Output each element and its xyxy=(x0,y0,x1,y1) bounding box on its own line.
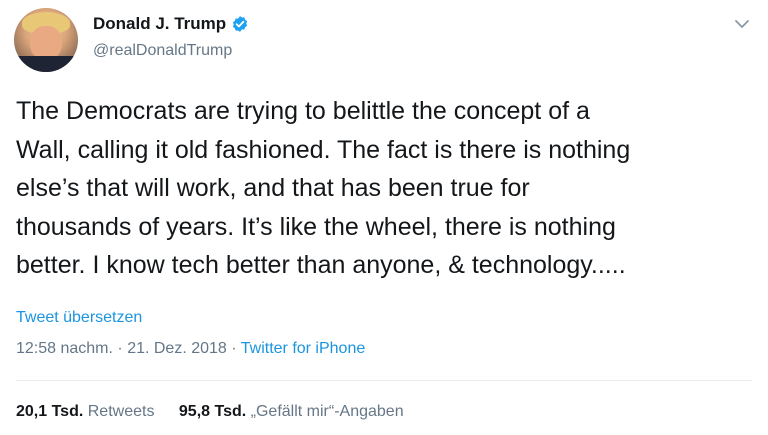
tweet-text: The Democrats are trying to belittle the… xyxy=(16,92,756,285)
user-handle[interactable]: @realDonaldTrump xyxy=(93,42,232,60)
tweet-date[interactable]: 21. Dez. 2018 xyxy=(127,340,227,357)
avatar[interactable] xyxy=(14,8,78,72)
display-name[interactable]: Donald J. Trump xyxy=(93,14,226,34)
chevron-down-icon[interactable] xyxy=(732,16,752,32)
retweets-stat[interactable]: 20,1 Tsd. Retweets xyxy=(16,403,154,421)
meta-separator: · xyxy=(117,340,123,357)
tweet-text-line: else’s that will work, and that has been… xyxy=(16,174,530,202)
translate-tweet-link[interactable]: Tweet übersetzen xyxy=(16,309,142,327)
tweet-time[interactable]: 12:58 nachm. xyxy=(16,340,113,357)
likes-label: „Gefällt mir“-Angaben xyxy=(250,403,404,420)
tweet-metadata: 12:58 nachm. · 21. Dez. 2018 · Twitter f… xyxy=(16,340,365,358)
tweet-text-line: better. I know tech better than anyone, … xyxy=(16,251,626,279)
tweet-text-line: The Democrats are trying to belittle the… xyxy=(16,97,590,125)
verified-badge-icon xyxy=(233,16,248,32)
retweets-count: 20,1 Tsd. xyxy=(16,403,84,420)
author-name-row[interactable]: Donald J. Trump xyxy=(93,14,249,34)
divider xyxy=(16,380,752,381)
tweet-stats: 20,1 Tsd. Retweets 95,8 Tsd. „Gefällt mi… xyxy=(16,403,424,421)
retweets-label: Retweets xyxy=(87,403,155,420)
likes-stat[interactable]: 95,8 Tsd. „Gefällt mir“-Angaben xyxy=(179,403,404,421)
meta-separator: · xyxy=(231,340,237,357)
avatar-face xyxy=(30,26,62,60)
tweet-text-line: Wall, calling it old fashioned. The fact… xyxy=(16,135,631,164)
tweet-source-link[interactable]: Twitter for iPhone xyxy=(241,340,366,357)
avatar-suit xyxy=(14,56,78,72)
tweet-text-line: thousands of years. It’s like the wheel,… xyxy=(16,212,616,241)
likes-count: 95,8 Tsd. xyxy=(178,403,247,420)
tweet-card: Donald J. Trump @realDonaldTrump The Dem… xyxy=(0,0,768,435)
